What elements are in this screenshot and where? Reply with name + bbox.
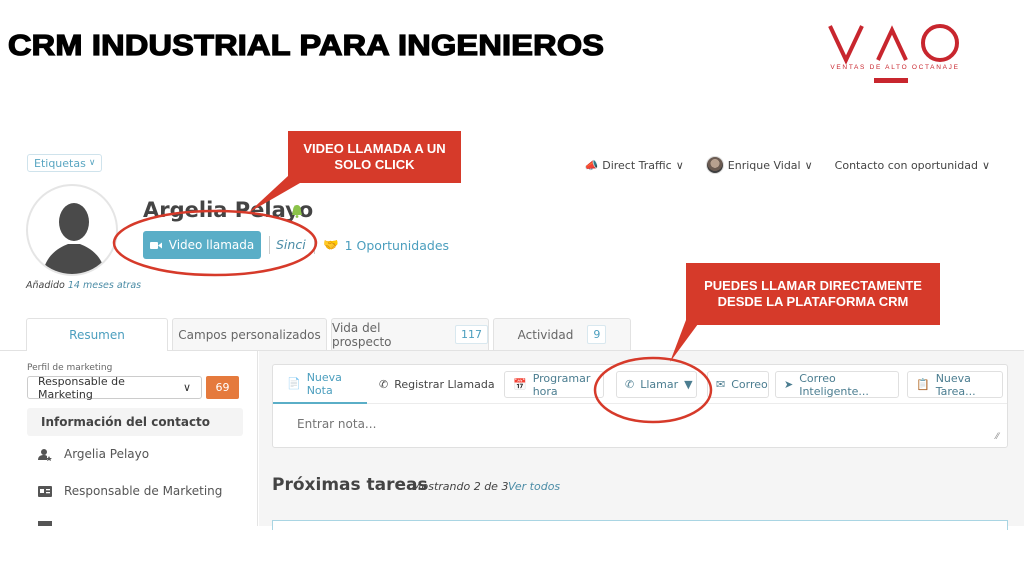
button-label: Correo Inteligente... [799, 371, 869, 398]
contact-topbar: 📣 Direct Traffic ∨ Enrique Vidal ∨ Conta… [585, 156, 990, 174]
info-row-title: Responsable de Marketing [38, 484, 222, 498]
tab-vida-del-prospecto[interactable]: Vida del prospecto 117 [331, 318, 489, 350]
composer-tab-registrar-llamada[interactable]: ✆ Registrar Llamada [379, 365, 495, 404]
clipboard-check-icon: 📋 [916, 378, 930, 391]
schedule-button[interactable]: 📅 Programar hora [504, 371, 604, 398]
divider [269, 236, 270, 254]
source-dropdown[interactable]: 📣 Direct Traffic ∨ [585, 159, 684, 172]
tab-label: Resumen [69, 328, 125, 342]
source-label: Direct Traffic [602, 158, 672, 172]
owner-label: Enrique Vidal [727, 158, 801, 172]
tab-count-badge: 9 [587, 325, 607, 344]
chevron-down-icon: ∨ [675, 158, 684, 172]
chevron-down-icon: ∨ [981, 158, 990, 172]
activity-composer: 📄 Nueva Nota ✆ Registrar Llamada 📅 Progr… [272, 364, 1008, 448]
marketing-profile-label: Perfil de marketing [27, 363, 113, 373]
info-row-text: Argelia Pelayo [64, 447, 150, 461]
calendar-icon: 📅 [513, 378, 527, 391]
added-prefix: Añadido [26, 280, 65, 291]
contact-name: Argelia Pelayo [143, 198, 314, 222]
button-label: Correo [731, 378, 768, 391]
contact-info-header[interactable]: Información del contacto [27, 408, 243, 436]
marketing-profile-value: Responsable de Marketing [38, 374, 125, 401]
note-icon: 📄 [287, 377, 301, 390]
resize-handle-icon[interactable]: ⁄⁄ [996, 431, 999, 441]
composer-tab-nueva-nota[interactable]: 📄 Nueva Nota [273, 365, 367, 404]
caret-down-icon: ▼ [684, 378, 693, 391]
upcoming-tasks-title: Próximas tareas [272, 475, 428, 495]
left-panel: Perfil de marketing Responsable de Marke… [0, 351, 258, 526]
email-button[interactable]: ✉ Correo [707, 371, 769, 398]
button-label: Llamar [640, 378, 679, 391]
tab-label: Vida del prospecto [332, 320, 392, 349]
chevron-down-icon: ∨ [88, 158, 96, 168]
envelope-icon: ✉ [716, 378, 726, 391]
bell-icon[interactable] [290, 204, 304, 218]
tab-resumen[interactable]: Resumen [26, 318, 168, 351]
info-row-icon-partial [38, 521, 52, 526]
task-card[interactable] [272, 520, 1008, 530]
phone-ringing-icon: ✆ [625, 378, 635, 391]
composer-tab-label: Registrar Llamada [394, 378, 495, 391]
composer-tabs: 📄 Nueva Nota ✆ Registrar Llamada 📅 Progr… [273, 365, 1007, 404]
added-ago: 14 meses atras [67, 280, 142, 291]
stage-label: Contacto con oportunidad [834, 158, 978, 172]
marketing-profile-select[interactable]: Responsable de Marketing ∨ [27, 374, 202, 401]
info-row-text: Responsable de Marketing [64, 484, 223, 498]
video-call-callout: VIDEO LLAMADA A UN SOLO CLICK [288, 131, 461, 183]
id-card-icon [38, 485, 52, 497]
call-button[interactable]: ✆ Llamar ▼ [616, 371, 697, 398]
opportunities-link[interactable]: 🤝 1 Oportunidades [323, 237, 449, 253]
added-date: Añadido 14 meses atras [26, 280, 141, 291]
handshake-icon: 🤝 [323, 237, 339, 252]
tags-label: Etiquetas [34, 156, 86, 170]
video-call-label: Video llamada [168, 238, 255, 252]
upcoming-tasks-count: Mostrando 2 de 3 [412, 480, 509, 493]
tab-campos-personalizados[interactable]: Campos personalizados [172, 318, 327, 350]
tab-label: Campos personalizados [178, 327, 321, 342]
call-callout: PUEDES LLAMAR DIRECTAMENTE DESDE LA PLAT… [686, 263, 940, 325]
divider [314, 236, 315, 254]
contact-tabs: Resumen Campos personalizados Vida del p… [26, 318, 631, 351]
sync-link[interactable]: Sinci [276, 237, 306, 252]
opportunities-label: 1 Oportunidades [344, 237, 450, 253]
note-input[interactable] [297, 417, 897, 431]
button-label: Nueva Tarea... [935, 371, 976, 398]
button-label: Programar hora [532, 371, 591, 398]
slide-title: CRM INDUSTRIAL PARA INGENIEROS [7, 29, 605, 62]
main-pane: 📄 Nueva Nota ✆ Registrar Llamada 📅 Progr… [259, 351, 1024, 530]
logo-tagline: VENTAS DE ALTO OCTANAJE [830, 64, 960, 71]
user-silhouette-icon [42, 203, 106, 274]
chevron-down-icon: ∨ [182, 381, 191, 394]
tags-dropdown[interactable]: Etiquetas ∨ [27, 154, 103, 172]
tab-label: Actividad [517, 327, 574, 342]
tab-count-badge: 117 [455, 325, 488, 344]
composer-tab-label: Nueva Nota [306, 370, 342, 397]
view-all-tasks-link[interactable]: Ver todos [508, 480, 560, 493]
user-star-icon [38, 448, 52, 461]
lead-score-badge: 69 [206, 376, 239, 399]
paper-plane-icon: ➤ [784, 378, 794, 391]
owner-dropdown[interactable]: Enrique Vidal ∨ [705, 156, 813, 174]
chevron-down-icon: ∨ [804, 158, 813, 172]
phone-icon: ✆ [379, 378, 389, 391]
video-call-button[interactable]: Video llamada [143, 231, 261, 259]
vao-logo [828, 24, 959, 83]
owner-avatar [705, 156, 724, 174]
tab-actividad[interactable]: Actividad 9 [493, 318, 631, 350]
info-row-name: Argelia Pelayo [38, 447, 149, 461]
new-task-button[interactable]: 📋 Nueva Tarea... [907, 371, 1003, 398]
contact-avatar[interactable] [26, 184, 118, 276]
stage-dropdown[interactable]: Contacto con oportunidad ∨ [835, 159, 990, 172]
smart-email-button[interactable]: ➤ Correo Inteligente... [775, 371, 899, 398]
megaphone-icon: 📣 [584, 158, 599, 172]
video-camera-icon [149, 241, 162, 249]
